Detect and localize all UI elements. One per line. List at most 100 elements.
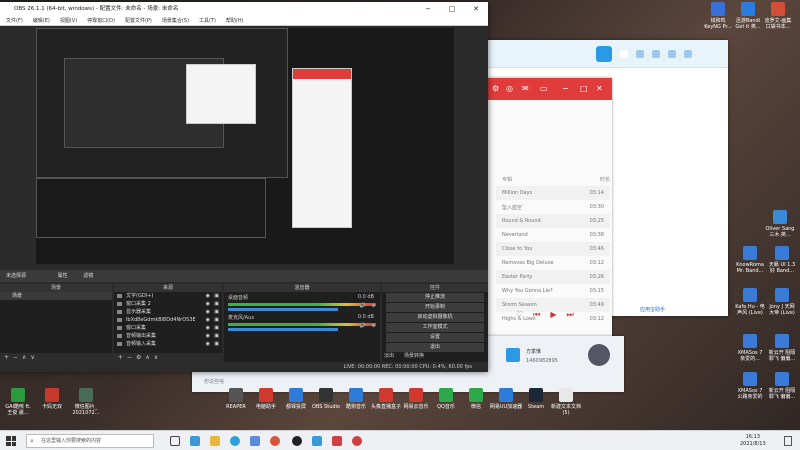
settings-icon[interactable] bbox=[668, 50, 676, 58]
transition-scene[interactable]: 场景转换 bbox=[404, 352, 424, 359]
source-item[interactable]: 音频输入采集 ◉ ▣ bbox=[114, 340, 222, 348]
menu-item[interactable]: 编辑(E) bbox=[33, 16, 50, 25]
song-row[interactable]: Million Days 03:14 bbox=[496, 186, 610, 200]
chrome-icon[interactable] bbox=[270, 436, 280, 446]
visibility-icon[interactable]: ◉ bbox=[206, 308, 210, 316]
control-button-2[interactable]: 启动虚拟摄像机 bbox=[386, 313, 484, 322]
menu-item[interactable]: 停靠窗口(D) bbox=[87, 16, 115, 25]
visibility-icon[interactable]: ◉ bbox=[206, 316, 210, 324]
app-label[interactable]: 应用宝助手 bbox=[640, 306, 665, 313]
menu-item[interactable]: 配置文件(P) bbox=[125, 16, 152, 25]
maximize-button[interactable]: □ bbox=[440, 2, 464, 16]
speaker-icon[interactable]: 🔊 bbox=[360, 323, 366, 329]
lock-icon[interactable]: ▣ bbox=[214, 292, 219, 300]
properties-button[interactable]: 属性 bbox=[58, 273, 68, 279]
miniplayer-icon[interactable]: ▭ bbox=[540, 84, 548, 93]
avatar[interactable] bbox=[588, 344, 610, 366]
lock-icon[interactable]: ▣ bbox=[214, 340, 219, 348]
notification-icon[interactable] bbox=[784, 436, 792, 446]
minimize-icon[interactable] bbox=[684, 50, 692, 58]
lock-icon[interactable]: ▣ bbox=[214, 300, 219, 308]
shortcut-icon[interactable]: 新建文本文档 (5) bbox=[548, 388, 584, 416]
song-row[interactable]: Round & Round 03:25 bbox=[496, 214, 610, 228]
visibility-icon[interactable]: ◉ bbox=[206, 300, 210, 308]
song-row[interactable]: Easter Party 03:26 bbox=[496, 270, 610, 284]
desktop-icon[interactable]: 卡妈无双 bbox=[34, 388, 70, 410]
song-row[interactable]: Close to You 03:46 bbox=[496, 242, 610, 256]
next-icon[interactable]: ⏭ bbox=[567, 310, 574, 320]
menu-item[interactable]: 帮助(H) bbox=[226, 16, 244, 25]
task-view-icon[interactable] bbox=[170, 436, 180, 446]
song-row[interactable]: 坠入蓝空 03:30 bbox=[496, 200, 610, 214]
control-button-1[interactable]: 开始录制 bbox=[386, 303, 484, 312]
start-button[interactable] bbox=[6, 436, 16, 446]
lock-icon[interactable]: ▣ bbox=[214, 324, 219, 332]
menu-icon[interactable] bbox=[636, 50, 644, 58]
source-item[interactable]: 窗口采集 ◉ ▣ bbox=[114, 324, 222, 332]
desktop-icon[interactable]: Oliver Sang 三木.英... bbox=[762, 210, 798, 238]
transition-fade[interactable]: 淡出 bbox=[384, 352, 394, 359]
close-icon[interactable]: ✕ bbox=[596, 84, 603, 93]
desktop-icon[interactable]: GAI酷咳 ft. 王俊 晨... bbox=[0, 388, 36, 416]
menu-item[interactable]: 工具(T) bbox=[199, 16, 216, 25]
desktop-icon[interactable]: 天籁 UI 1.3 好 Band... bbox=[764, 246, 800, 274]
control-button-0[interactable]: 停止推流 bbox=[386, 293, 484, 302]
menu-item[interactable]: 视图(V) bbox=[60, 16, 77, 25]
channel-settings-icon[interactable]: ⚙ bbox=[372, 323, 376, 329]
source-item[interactable]: 显示器采集 ◉ ▣ bbox=[114, 308, 222, 316]
menu-item[interactable]: 场景集合(S) bbox=[162, 16, 189, 25]
control-button-5[interactable]: 退出 bbox=[386, 343, 484, 352]
store-icon[interactable] bbox=[250, 436, 260, 446]
desktop-icon[interactable]: KnowRoma Mr. Band... bbox=[732, 246, 768, 274]
play-icon[interactable]: ▶ bbox=[550, 310, 556, 320]
song-row[interactable]: Removes Big Deluxe 03:12 bbox=[496, 256, 610, 270]
lock-icon[interactable]: ▣ bbox=[214, 308, 219, 316]
control-button-3[interactable]: 工作室模式 bbox=[386, 323, 484, 332]
edge-icon[interactable] bbox=[230, 436, 240, 446]
visibility-icon[interactable]: ◉ bbox=[206, 324, 210, 332]
source-item[interactable]: lbXd8eGdmkBl8Dd4NrOS3Ew ◉ ▣ bbox=[114, 316, 222, 324]
speaker-icon[interactable]: 🔊 bbox=[360, 303, 366, 309]
desktop-icon[interactable]: 迪罗艾-画集 口袋书本... bbox=[760, 2, 796, 30]
desktop-icon[interactable]: 微信图片_ 2021072... bbox=[68, 388, 104, 416]
mail-icon[interactable]: ✉ bbox=[522, 84, 529, 93]
skin-icon[interactable] bbox=[652, 50, 660, 58]
clock[interactable]: 16:13 2021/8/13 bbox=[740, 434, 766, 448]
desktop-icon[interactable]: 新云开 阻隔 罪飞 偏偏... bbox=[764, 372, 800, 400]
song-row[interactable]: Why You Gonna Lie? 03:15 bbox=[496, 284, 610, 298]
desktop-icon[interactable]: XMASos 7 亲爱的... bbox=[732, 334, 768, 362]
visibility-icon[interactable]: ◉ bbox=[206, 292, 210, 300]
desktop-icon[interactable]: Jony J 天网 大帝 (Live) bbox=[764, 288, 800, 316]
home-icon[interactable] bbox=[506, 348, 520, 362]
desktop-icon[interactable]: Kafe.Hu - 电 声风 (Live) bbox=[732, 288, 768, 316]
settings-icon[interactable]: ⚙ bbox=[492, 84, 499, 93]
volume-slider[interactable] bbox=[228, 308, 338, 311]
minimize-icon[interactable]: − bbox=[562, 84, 569, 93]
visibility-icon[interactable]: ◉ bbox=[206, 340, 210, 348]
desktop-icon[interactable]: XMASos 7 公路亲爱的 bbox=[732, 372, 768, 400]
skin-icon[interactable]: ◎ bbox=[506, 84, 513, 93]
volume-slider[interactable] bbox=[228, 328, 338, 331]
source-item[interactable]: 文字(GDI+) ◉ ▣ bbox=[114, 292, 222, 300]
preview-canvas[interactable] bbox=[36, 28, 454, 264]
sources-toolbar[interactable]: +−⚙∧∨ bbox=[114, 353, 222, 362]
channel-settings-icon[interactable]: ⚙ bbox=[372, 303, 376, 309]
netease-taskbar-icon[interactable] bbox=[332, 436, 342, 446]
like-icon[interactable]: ♡ bbox=[516, 310, 523, 320]
prev-icon[interactable]: ⏮ bbox=[533, 310, 540, 320]
obs-taskbar-icon[interactable] bbox=[292, 436, 302, 446]
close-button[interactable]: ✕ bbox=[464, 2, 488, 16]
control-button-4[interactable]: 设置 bbox=[386, 333, 484, 342]
folder-icon[interactable] bbox=[210, 436, 220, 446]
menu-item[interactable]: 文件(F) bbox=[6, 16, 23, 25]
filters-button[interactable]: 滤镜 bbox=[83, 273, 93, 279]
desktop-icon[interactable]: 新云开 阻隔 罪飞 偏偏... bbox=[764, 334, 800, 362]
chat-input[interactable]: 想说些啥 bbox=[204, 378, 224, 385]
taskbar-search[interactable]: ⌕ 在这里输入你要搜索的内容 bbox=[26, 434, 154, 448]
maximize-icon[interactable]: □ bbox=[580, 84, 588, 93]
lock-icon[interactable]: ▣ bbox=[214, 332, 219, 340]
home-icon[interactable] bbox=[620, 50, 628, 58]
kugou-taskbar-icon[interactable] bbox=[312, 436, 322, 446]
scene-item[interactable]: 场景 bbox=[0, 292, 112, 300]
song-row[interactable]: Neverland 03:38 bbox=[496, 228, 610, 242]
